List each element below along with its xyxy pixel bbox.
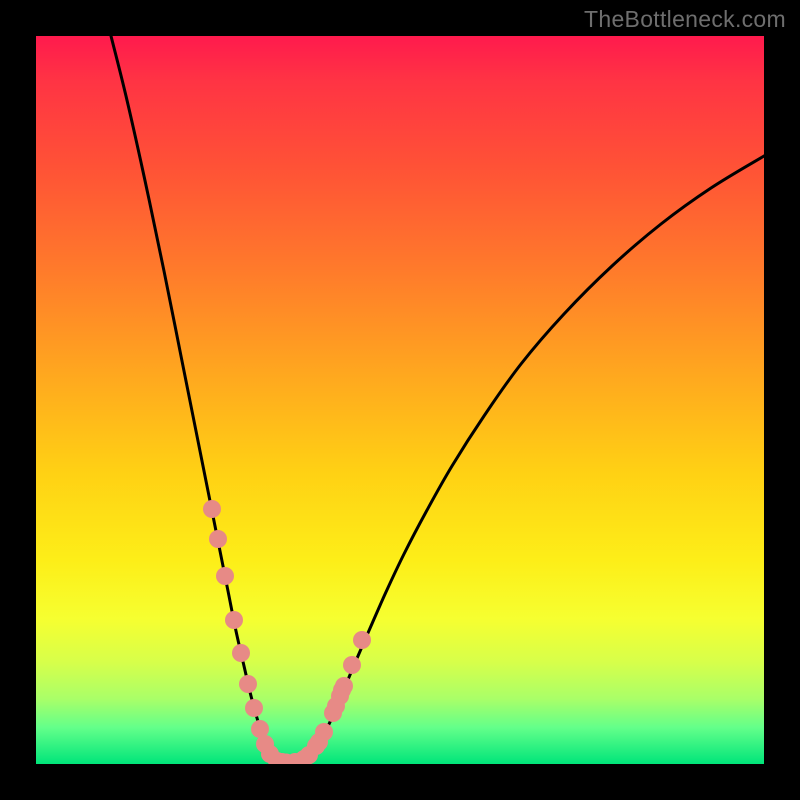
data-dot bbox=[245, 699, 263, 717]
bottleneck-curve bbox=[111, 36, 764, 763]
dots-left bbox=[203, 500, 279, 763]
data-dot bbox=[203, 500, 221, 518]
chart-plot-area bbox=[36, 36, 764, 764]
dots-bottom bbox=[268, 752, 304, 764]
watermark-text: TheBottleneck.com bbox=[584, 6, 786, 33]
chart-frame: TheBottleneck.com bbox=[0, 0, 800, 800]
chart-svg bbox=[36, 36, 764, 764]
data-dot bbox=[216, 567, 234, 585]
data-dot bbox=[353, 631, 371, 649]
data-dot bbox=[232, 644, 250, 662]
data-dot bbox=[209, 530, 227, 548]
data-dot bbox=[310, 733, 328, 751]
data-dot bbox=[239, 675, 257, 693]
data-dot bbox=[225, 611, 243, 629]
data-dot bbox=[331, 687, 349, 705]
data-dot bbox=[343, 656, 361, 674]
